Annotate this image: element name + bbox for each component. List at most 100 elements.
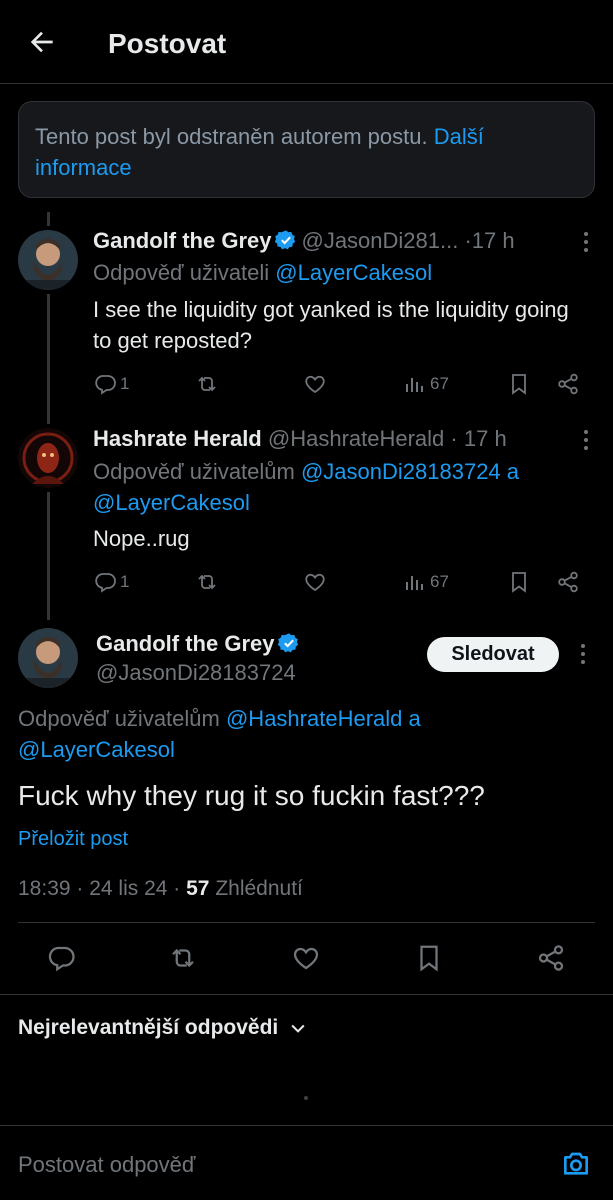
- like-button[interactable]: [303, 567, 330, 597]
- author-handle[interactable]: @JasonDi281...: [301, 228, 458, 253]
- divider: [0, 994, 613, 995]
- reply-header: Gandolf the Grey @JasonDi281... ·17 h: [93, 226, 573, 256]
- repost-button[interactable]: [195, 567, 222, 597]
- repost-button[interactable]: [168, 940, 198, 976]
- reply-composer: [0, 1125, 613, 1200]
- share-icon: [538, 945, 564, 971]
- post-actions: [0, 940, 613, 976]
- bookmark-button[interactable]: [414, 940, 444, 976]
- author-name[interactable]: Hashrate Herald: [93, 426, 262, 451]
- reply-to-prefix: Odpověď uživatelům: [18, 706, 226, 731]
- mention-link[interactable]: @LayerCakesol: [93, 490, 250, 515]
- timestamp[interactable]: 17 h: [472, 228, 515, 253]
- reply-button[interactable]: 1: [93, 369, 129, 399]
- verified-badge-icon: [275, 230, 296, 250]
- reply-to-line: Odpověď uživateli @LayerCakesol: [93, 257, 593, 288]
- repost-button[interactable]: [195, 369, 222, 399]
- camera-icon[interactable]: [560, 1148, 592, 1180]
- loading-indicator: [304, 1096, 308, 1100]
- like-button[interactable]: [291, 940, 321, 976]
- bookmark-button[interactable]: [507, 369, 531, 399]
- avatar[interactable]: [18, 428, 78, 488]
- author-handle[interactable]: @JasonDi28183724: [96, 659, 296, 687]
- reply-text: I see the liquidity got yanked is the li…: [93, 297, 569, 353]
- author-handle[interactable]: @HashrateHerald: [268, 426, 444, 451]
- reply-button[interactable]: 1: [93, 567, 129, 597]
- like-button[interactable]: [303, 369, 330, 399]
- reply-button[interactable]: [46, 940, 76, 976]
- comment-icon: [95, 573, 116, 593]
- top-bar: Postovat: [0, 0, 613, 84]
- views-chart-icon: [406, 576, 423, 590]
- reply-text: Nope..rug: [93, 526, 190, 551]
- more-options-icon[interactable]: [579, 428, 593, 452]
- post-meta: 18:39 · 24 lis 24 · 57 Zhlédnutí: [18, 877, 303, 900]
- reply-actions: 1 67: [93, 567, 593, 597]
- mention-link[interactable]: @LayerCakesol: [275, 260, 432, 285]
- views-button[interactable]: 67: [403, 369, 449, 399]
- bookmark-icon: [420, 945, 438, 972]
- thread-line: [47, 212, 50, 226]
- views-button[interactable]: 67: [403, 567, 449, 597]
- bookmark-icon: [512, 374, 526, 395]
- page-title: Postovat: [108, 28, 227, 59]
- reply-count: 1: [120, 374, 130, 393]
- post-text: Fuck why they rug it so fuckin fast???: [18, 780, 485, 811]
- share-button[interactable]: [556, 369, 580, 399]
- separator-dot: ·: [464, 228, 472, 253]
- reply-actions: 1 67: [93, 369, 593, 399]
- reply-count: 1: [120, 572, 130, 591]
- avatar[interactable]: [18, 230, 78, 290]
- comment-icon: [95, 375, 116, 395]
- views-count: 57: [186, 877, 210, 900]
- thread-line: [47, 492, 50, 620]
- repost-icon: [172, 948, 194, 968]
- reply-input[interactable]: [18, 1150, 538, 1180]
- sort-label: Nejrelevantnější odpovědi: [18, 1016, 279, 1039]
- heart-icon: [293, 947, 319, 970]
- views-chart-icon: [406, 378, 423, 392]
- post-date[interactable]: 24 lis 24: [89, 877, 167, 900]
- verified-badge-icon: [278, 633, 299, 653]
- chevron-down-icon: [291, 1024, 305, 1033]
- follow-button[interactable]: Sledovat: [427, 637, 559, 672]
- view-count: 67: [430, 572, 449, 591]
- main-author-row: Gandolf the Grey: [96, 630, 304, 658]
- translate-post-link[interactable]: Přeložit post: [18, 826, 128, 852]
- arrow-left-icon[interactable]: [26, 26, 58, 58]
- reply-to-prefix: Odpověď uživateli: [93, 260, 276, 285]
- reply-header: Hashrate Herald @HashrateHerald · 17 h: [93, 424, 573, 454]
- separator-dot: ·: [450, 426, 458, 451]
- reply-to-prefix: Odpověď uživatelům: [93, 459, 301, 484]
- divider: [18, 922, 595, 923]
- bookmark-icon: [512, 572, 526, 593]
- more-options-icon[interactable]: [576, 642, 590, 666]
- share-button[interactable]: [536, 940, 566, 976]
- share-button[interactable]: [556, 567, 580, 597]
- notice-text: Tento post byl odstraněn autorem postu.: [35, 124, 428, 149]
- repost-icon: [198, 376, 216, 392]
- deleted-post-notice: Tento post byl odstraněn autorem postu. …: [18, 101, 595, 198]
- reply-to-line: Odpověď uživatelům @HashrateHerald a @Lay…: [18, 703, 578, 765]
- share-icon: [558, 571, 578, 593]
- timestamp[interactable]: 17 h: [464, 426, 507, 451]
- mention-join: a: [402, 706, 421, 731]
- comment-icon: [48, 946, 75, 972]
- avatar[interactable]: [18, 628, 78, 688]
- post-time[interactable]: 18:39: [18, 877, 71, 900]
- mention-join: a: [500, 459, 520, 484]
- heart-icon: [305, 573, 325, 592]
- author-name[interactable]: Gandolf the Grey: [96, 631, 274, 656]
- thread-line: [47, 294, 50, 424]
- view-count: 67: [430, 374, 449, 393]
- more-options-icon[interactable]: [579, 230, 593, 254]
- reply-to-line: Odpověď uživatelům @JasonDi28183724 a @L…: [93, 456, 593, 518]
- share-icon: [558, 373, 578, 395]
- author-name[interactable]: Gandolf the Grey: [93, 228, 271, 253]
- bookmark-button[interactable]: [507, 567, 531, 597]
- views-label: Zhlédnutí: [215, 877, 303, 900]
- mention-link[interactable]: @LayerCakesol: [18, 737, 175, 762]
- reply-sort-dropdown[interactable]: Nejrelevantnější odpovědi: [18, 1016, 308, 1040]
- mention-link[interactable]: @JasonDi28183724: [301, 459, 501, 484]
- mention-link[interactable]: @HashrateHerald: [226, 706, 402, 731]
